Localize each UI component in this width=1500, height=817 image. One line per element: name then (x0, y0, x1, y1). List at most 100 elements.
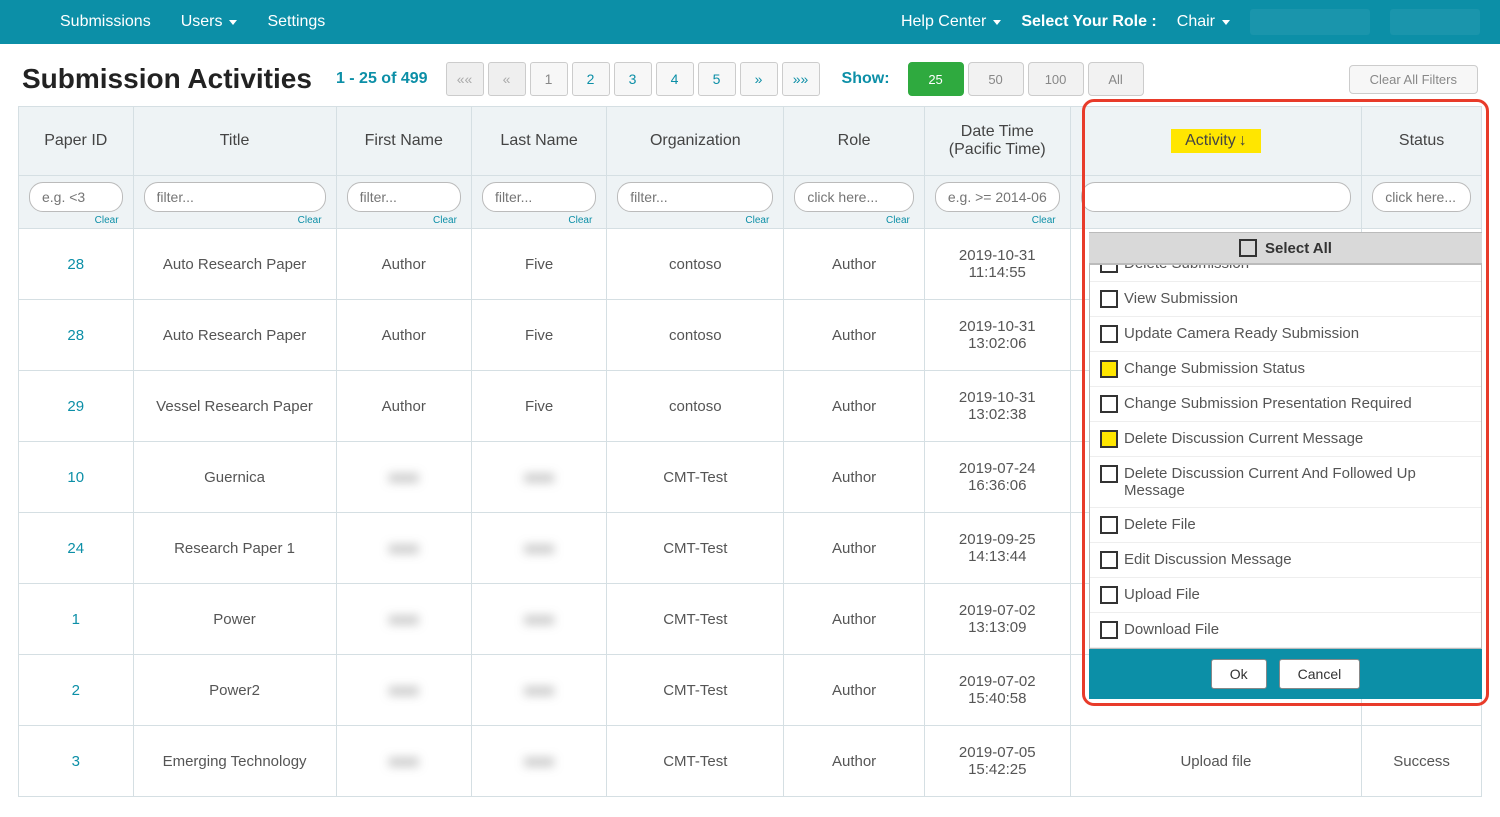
clear-filter-title[interactable]: Clear (144, 215, 326, 226)
cell-organization: contoso (607, 229, 784, 300)
activity-option-checkbox[interactable] (1100, 290, 1118, 308)
activity-option-label: Delete Submission (1124, 264, 1249, 272)
cell-organization: CMT-Test (607, 584, 784, 655)
col-header-datetime[interactable]: Date Time (Pacific Time) (924, 107, 1070, 176)
col-header-title[interactable]: Title (133, 107, 336, 176)
cell-last-name: xxxx (471, 584, 606, 655)
nav-role-select[interactable]: Chair (1177, 13, 1230, 31)
cell-paper-id[interactable]: 10 (19, 442, 134, 513)
cell-paper-id[interactable]: 2 (19, 655, 134, 726)
nav-users[interactable]: Users (181, 13, 238, 31)
cell-paper-id[interactable]: 28 (19, 300, 134, 371)
activity-option-checkbox[interactable] (1100, 516, 1118, 534)
activity-option[interactable]: Download File (1090, 613, 1481, 648)
show-100[interactable]: 100 (1028, 62, 1084, 96)
activity-option-label: Download File (1124, 621, 1219, 638)
activity-option[interactable]: Delete Submission (1090, 264, 1481, 282)
pager-first[interactable]: «« (446, 62, 484, 96)
pager-info: 1 - 25 of 499 (336, 70, 428, 88)
cell-paper-id[interactable]: 29 (19, 371, 134, 442)
select-all-row[interactable]: Select All (1089, 232, 1482, 264)
activity-option-checkbox[interactable] (1100, 264, 1118, 273)
ok-button[interactable]: Ok (1211, 659, 1267, 689)
pager-page-4[interactable]: 4 (656, 62, 694, 96)
clear-filter-paper-id[interactable]: Clear (29, 215, 123, 226)
show-25[interactable]: 25 (908, 62, 964, 96)
activity-option-checkbox[interactable] (1100, 360, 1118, 378)
show-all[interactable]: All (1088, 62, 1144, 96)
col-header-last-name[interactable]: Last Name (471, 107, 606, 176)
activity-option-checkbox[interactable] (1100, 586, 1118, 604)
dropdown-footer: Ok Cancel (1089, 649, 1482, 699)
nav-submissions[interactable]: Submissions (60, 13, 151, 31)
activity-option-label: Change Submission Status (1124, 360, 1305, 377)
cell-datetime: 2019-09-2514:13:44 (924, 513, 1070, 584)
cell-paper-id[interactable]: 1 (19, 584, 134, 655)
clear-filter-role[interactable]: Clear (794, 215, 914, 226)
cell-first-name: Author (336, 371, 471, 442)
pager-prev[interactable]: « (488, 62, 526, 96)
show-label: Show: (842, 70, 890, 88)
nav-help-center[interactable]: Help Center (901, 13, 1001, 31)
activity-option[interactable]: Delete Discussion Current And Followed U… (1090, 457, 1481, 508)
cell-datetime: 2019-07-0515:42:25 (924, 726, 1070, 797)
activity-option-checkbox[interactable] (1100, 551, 1118, 569)
filter-last-name[interactable] (482, 182, 596, 212)
activity-option[interactable]: View Submission (1090, 282, 1481, 317)
cell-first-name: xxxx (336, 726, 471, 797)
clear-filter-datetime[interactable]: Clear (935, 215, 1060, 226)
pager-page-5[interactable]: 5 (698, 62, 736, 96)
activity-option-label: Delete File (1124, 516, 1196, 533)
pager-next[interactable]: » (740, 62, 778, 96)
cell-datetime: 2019-10-3111:14:55 (924, 229, 1070, 300)
cancel-button[interactable]: Cancel (1279, 659, 1361, 689)
col-header-paper-id[interactable]: Paper ID (19, 107, 134, 176)
filter-title[interactable] (144, 182, 326, 212)
select-all-checkbox[interactable] (1239, 239, 1257, 257)
activity-option[interactable]: Delete File (1090, 508, 1481, 543)
filter-paper-id[interactable] (29, 182, 123, 212)
col-header-organization[interactable]: Organization (607, 107, 784, 176)
clear-filter-last-name[interactable]: Clear (482, 215, 596, 226)
activity-option[interactable]: Change Submission Status (1090, 352, 1481, 387)
filter-datetime[interactable] (935, 182, 1060, 212)
pager-page-1[interactable]: 1 (530, 62, 568, 96)
filter-first-name[interactable] (347, 182, 461, 212)
col-header-role[interactable]: Role (784, 107, 925, 176)
nav-settings[interactable]: Settings (267, 13, 325, 31)
clear-all-filters-button[interactable]: Clear All Filters (1349, 65, 1478, 94)
activity-option[interactable]: Change Submission Presentation Required (1090, 387, 1481, 422)
col-header-first-name[interactable]: First Name (336, 107, 471, 176)
cell-last-name: xxxx (471, 513, 606, 584)
cell-activity: Upload file (1070, 726, 1362, 797)
cell-status: Success (1362, 726, 1482, 797)
cell-organization: CMT-Test (607, 513, 784, 584)
activity-option[interactable]: Upload File (1090, 578, 1481, 613)
page-title: Submission Activities (22, 63, 312, 95)
cell-organization: contoso (607, 371, 784, 442)
activity-options-list[interactable]: Delete Submission View SubmissionUpdate C… (1089, 264, 1482, 649)
filter-organization[interactable] (617, 182, 773, 212)
cell-paper-id[interactable]: 3 (19, 726, 134, 797)
filter-role[interactable] (794, 182, 914, 212)
activity-option-checkbox[interactable] (1100, 621, 1118, 639)
activity-option[interactable]: Delete Discussion Current Message (1090, 422, 1481, 457)
cell-role: Author (784, 371, 925, 442)
nav-users-label: Users (181, 13, 223, 31)
pager-page-3[interactable]: 3 (614, 62, 652, 96)
cell-paper-id[interactable]: 24 (19, 513, 134, 584)
cell-paper-id[interactable]: 28 (19, 229, 134, 300)
pager-last[interactable]: »» (782, 62, 820, 96)
pager-page-2[interactable]: 2 (572, 62, 610, 96)
activity-option-checkbox[interactable] (1100, 325, 1118, 343)
activity-option-checkbox[interactable] (1100, 465, 1118, 483)
activity-option[interactable]: Edit Discussion Message (1090, 543, 1481, 578)
clear-filter-organization[interactable]: Clear (617, 215, 773, 226)
clear-filter-first-name[interactable]: Clear (347, 215, 461, 226)
activity-option[interactable]: Update Camera Ready Submission (1090, 317, 1481, 352)
cell-role: Author (784, 442, 925, 513)
activity-option-checkbox[interactable] (1100, 395, 1118, 413)
chevron-down-icon (1222, 20, 1230, 25)
show-50[interactable]: 50 (968, 62, 1024, 96)
activity-option-checkbox[interactable] (1100, 430, 1118, 448)
